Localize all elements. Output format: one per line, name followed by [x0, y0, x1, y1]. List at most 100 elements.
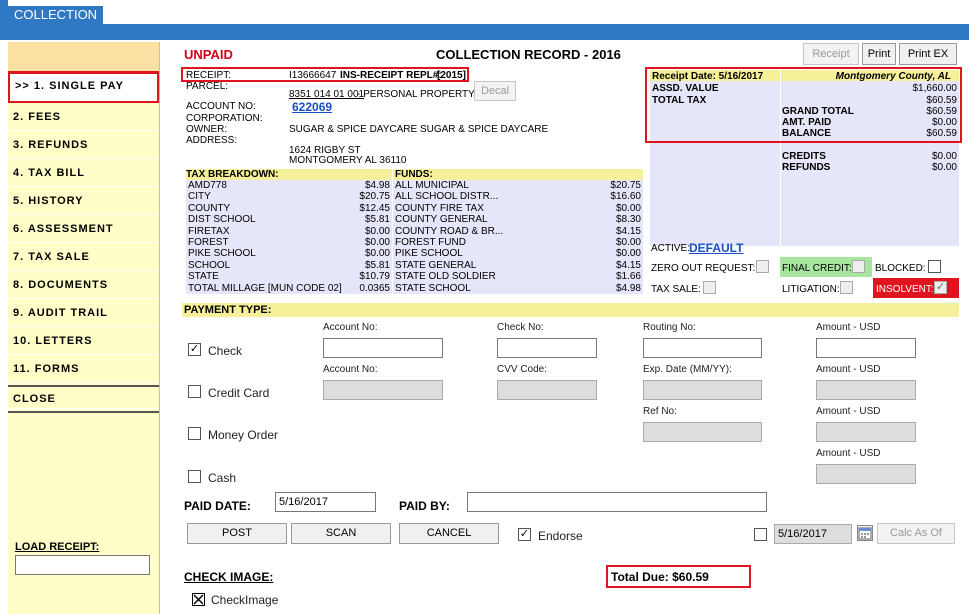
- fund-row: ALL MUNICIPAL $20.75: [393, 180, 643, 191]
- routing-no-input[interactable]: [643, 338, 762, 358]
- final-credit-checkbox[interactable]: [852, 260, 865, 273]
- total-due: Total Due: $60.59: [611, 570, 709, 584]
- account-link[interactable]: 622069: [292, 100, 332, 114]
- active-default-link[interactable]: DEFAULT: [689, 241, 743, 255]
- fund-row: STATE OLD SOLDIER $1.66: [393, 271, 643, 282]
- cash-checkbox[interactable]: [188, 470, 201, 483]
- credits-value: $0.00: [931, 151, 957, 162]
- check-amount-input[interactable]: [816, 338, 916, 358]
- paid-date-input[interactable]: 5/16/2017: [275, 492, 376, 512]
- row-value: $4.15: [615, 259, 641, 271]
- receipt-button[interactable]: Receipt: [803, 43, 859, 65]
- amount-label: Amount - USD: [816, 406, 881, 417]
- row-value: $0.00: [364, 236, 390, 248]
- calc-date-input[interactable]: 5/16/2017: [774, 524, 852, 544]
- litigation-checkbox[interactable]: [840, 281, 853, 294]
- active-label: ACTIVE:: [651, 243, 690, 254]
- row-value: $16.60: [610, 191, 641, 203]
- row-value: $8.30: [615, 214, 641, 226]
- checkimage-label: CheckImage: [211, 593, 279, 607]
- print-button[interactable]: Print: [862, 43, 896, 65]
- top-left-strip: [0, 0, 8, 24]
- assd-value-label: ASSD. VALUE: [652, 83, 719, 94]
- tax-breakdown-panel: TAX BREAKDOWN: AMD778 $4.98 CITY $20.75 COUN…: [186, 169, 392, 294]
- sidebar-item-tax-sale[interactable]: 7. TAX SALE: [8, 243, 159, 271]
- sidebar-item-audit-trail[interactable]: 9. AUDIT TRAIL: [8, 299, 159, 327]
- fund-row: COUNTY FIRE TAX $0.00: [393, 203, 643, 214]
- total-tax-label: TOTAL TAX: [652, 95, 707, 106]
- check-account-input[interactable]: [323, 338, 443, 358]
- print-ex-button[interactable]: Print EX: [899, 43, 957, 65]
- check-checkbox[interactable]: ✓: [188, 343, 201, 356]
- zero-out-checkbox[interactable]: [756, 260, 769, 273]
- calc-as-of-checkbox[interactable]: [754, 528, 767, 541]
- credit-card-checkbox[interactable]: [188, 385, 201, 398]
- tax-row: STATE $10.79: [186, 271, 392, 282]
- check-image-icon[interactable]: [192, 593, 205, 606]
- check-label: Check: [208, 344, 243, 358]
- address-label: ADDRESS:: [186, 135, 238, 146]
- endorse-checkbox[interactable]: ✓: [518, 528, 531, 541]
- sidebar-item-letters[interactable]: 10. LETTERS: [8, 327, 159, 355]
- row-name: STATE: [188, 271, 219, 283]
- scan-button[interactable]: SCAN: [291, 523, 391, 544]
- ins-receipt-value: [2015]: [437, 70, 466, 81]
- ref-no-input[interactable]: [643, 422, 762, 442]
- sidebar-item-forms[interactable]: 11. FORMS: [8, 355, 159, 383]
- sidebar-item-fees[interactable]: 2. FEES: [8, 103, 159, 131]
- card-amount-input[interactable]: [816, 380, 916, 400]
- sidebar-item-history[interactable]: 5. HISTORY: [8, 187, 159, 215]
- cancel-button[interactable]: CANCEL: [399, 523, 499, 544]
- money-order-checkbox[interactable]: [188, 427, 201, 440]
- blocked-checkbox[interactable]: [928, 260, 941, 273]
- tax-breakdown-header: TAX BREAKDOWN:: [186, 169, 392, 180]
- amount-label: Amount - USD: [816, 448, 881, 459]
- tax-sale-label: TAX SALE:: [651, 284, 701, 295]
- row-name: ALL SCHOOL DISTR...: [395, 191, 499, 203]
- check-no-label: Check No:: [497, 322, 544, 333]
- sidebar-item-tax-bill[interactable]: 4. TAX BILL: [8, 159, 159, 187]
- insolvent-checkbox[interactable]: ✓: [934, 281, 947, 294]
- post-button[interactable]: POST: [187, 523, 287, 544]
- payment-type-header: PAYMENT TYPE:: [182, 303, 959, 317]
- sidebar-item-documents[interactable]: 8. DOCUMENTS: [8, 271, 159, 299]
- fund-row: FOREST FUND $0.00: [393, 237, 643, 248]
- row-value: $4.15: [615, 225, 641, 237]
- row-name: PIKE SCHOOL: [188, 248, 256, 260]
- sidebar-item-close[interactable]: CLOSE: [8, 389, 159, 409]
- parcel-value[interactable]: 8351 014 01 001: [289, 89, 364, 100]
- row-name: COUNTY ROAD & BR...: [395, 225, 504, 237]
- sidebar-item-assessment[interactable]: 6. ASSESSMENT: [8, 215, 159, 243]
- calendar-icon[interactable]: [857, 525, 873, 541]
- load-receipt-label: LOAD RECEIPT:: [15, 541, 100, 553]
- fund-row: STATE SCHOOL $4.98: [393, 283, 643, 294]
- load-receipt-input[interactable]: [15, 555, 150, 575]
- tax-sale-checkbox[interactable]: [703, 281, 716, 294]
- sidebar-item-refunds[interactable]: 3. REFUNDS: [8, 131, 159, 159]
- refunds-value: $0.00: [931, 162, 957, 173]
- paid-by-input[interactable]: [467, 492, 767, 512]
- row-name: COUNTY: [188, 202, 231, 214]
- parcel-type: - PERSONAL PROPERTY: [357, 89, 475, 100]
- fund-row: COUNTY GENERAL $8.30: [393, 214, 643, 225]
- tax-breakdown-list: AMD778 $4.98 CITY $20.75 COUNTY $12.45 DIST SC…: [186, 180, 392, 294]
- owner-label: OWNER:: [186, 124, 228, 135]
- row-name: STATE OLD SOLDIER: [395, 271, 496, 283]
- exp-date-label: Exp. Date (MM/YY):: [643, 364, 732, 375]
- row-name: SCHOOL: [188, 259, 231, 271]
- tab-collection[interactable]: COLLECTION: [8, 6, 104, 24]
- money-order-amount-input[interactable]: [816, 422, 916, 442]
- cvv-input[interactable]: [497, 380, 597, 400]
- row-name: FIRETAX: [188, 225, 230, 237]
- check-no-input[interactable]: [497, 338, 597, 358]
- row-value: $10.79: [359, 271, 390, 283]
- decal-button[interactable]: Decal: [474, 81, 516, 101]
- card-account-input[interactable]: [323, 380, 443, 400]
- blue-band: [0, 24, 969, 40]
- exp-date-input[interactable]: [643, 380, 762, 400]
- calc-as-of-button[interactable]: Calc As Of: [877, 523, 955, 544]
- fund-row: STATE GENERAL $4.15: [393, 260, 643, 271]
- insolvent-label: INSOLVENT:: [876, 284, 934, 295]
- cash-amount-input[interactable]: [816, 464, 916, 484]
- top-bar: COLLECTION: [0, 0, 969, 40]
